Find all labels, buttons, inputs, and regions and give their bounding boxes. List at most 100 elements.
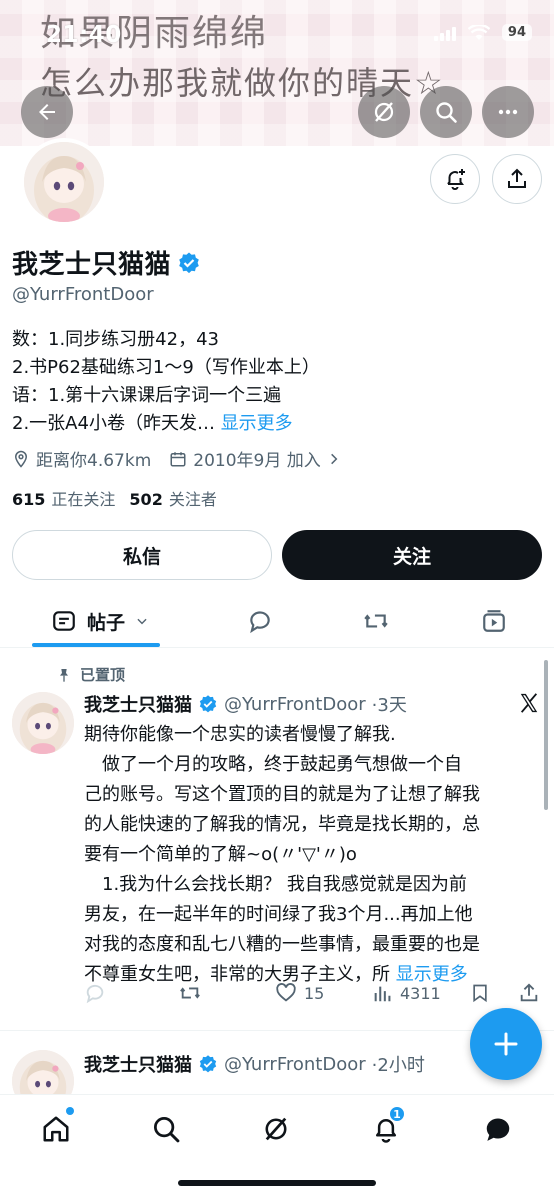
status-time: 21:40: [46, 22, 122, 48]
views-chart-icon: [374, 986, 391, 1002]
tweet-text: 期待你能像一个忠实的读者慢慢了解我. 做了一个月的攻略，终于鼓起勇气想做一个自 …: [84, 720, 534, 990]
tweet-author-name[interactable]: 我芝士只猫猫: [84, 1051, 192, 1077]
following-count: 615: [12, 490, 46, 509]
pinned-indicator: 已置顶: [56, 664, 125, 685]
notifications-badge: 1: [388, 1105, 406, 1123]
battery-indicator: 94: [501, 24, 532, 41]
pinned-label: 已置顶: [80, 666, 126, 684]
share-button[interactable]: [492, 154, 542, 204]
back-button[interactable]: [21, 86, 73, 138]
tweet-divider: [0, 1030, 554, 1031]
plus-icon: [494, 1032, 518, 1056]
tab-posts-label: 帖子: [86, 611, 125, 634]
bio-show-more-link[interactable]: 显示更多: [221, 413, 293, 434]
nav-notifications[interactable]: 1: [366, 1105, 406, 1149]
profile-bio: 数：1.同步练习册42，43 2.书P62基础练习1～9（写作业本上） 语：1.…: [12, 326, 320, 438]
search-icon: [154, 1117, 180, 1143]
views-button[interactable]: 4311: [372, 982, 441, 1004]
bookmark-button[interactable]: [470, 982, 490, 1004]
bio-line: 语：1.第十六课课后字词一个三遍: [12, 385, 282, 406]
chevron-right-icon[interactable]: [327, 452, 341, 466]
profile-name-row: 我芝士只猫猫: [12, 244, 201, 281]
tweet-author-name[interactable]: 我芝士只猫猫: [84, 691, 192, 717]
follow-button[interactable]: 关注: [282, 530, 542, 580]
verified-badge-icon: [179, 252, 199, 273]
grok-icon: [265, 1117, 287, 1141]
calendar-icon: [170, 451, 186, 466]
speech-bubble-icon: [250, 611, 270, 634]
tweet-author-handle[interactable]: @YurrFrontDoor: [224, 1054, 366, 1075]
tab-replies[interactable]: [238, 596, 282, 646]
tweet-line: 对我的态度和乱七八糟的一些事情，最重要的也是: [84, 934, 480, 955]
bio-line: 2.书P62基础练习1～9（写作业本上）: [12, 357, 320, 378]
tab-reposts[interactable]: [354, 596, 398, 646]
like-count: 15: [304, 983, 325, 1003]
subscribe-notifications-button[interactable]: [430, 154, 480, 204]
nav-search[interactable]: [146, 1109, 186, 1149]
more-options-button[interactable]: [482, 86, 534, 138]
nav-grok[interactable]: [256, 1109, 296, 1149]
bio-line: 数：1.同步练习册42，43: [12, 329, 219, 350]
compose-post-button[interactable]: [470, 1008, 542, 1080]
grok-button[interactable]: [358, 86, 410, 138]
home-icon: [43, 1116, 69, 1142]
profile-avatar[interactable]: [20, 138, 108, 226]
location-pin-icon: [14, 450, 28, 468]
joined-date-text: 2010年9月 加入: [193, 451, 321, 471]
search-icon: [436, 102, 457, 123]
following-label: 正在关注: [51, 490, 116, 509]
chat-bubble-icon: [486, 1118, 510, 1141]
tweet-line: 己的账号。写这个置顶的目的就是为了让想了解我: [84, 784, 480, 805]
pin-icon: [60, 668, 68, 682]
followers-count: 502: [129, 490, 163, 509]
following-link[interactable]: 615 正在关注: [12, 486, 115, 510]
nav-messages[interactable]: [478, 1109, 518, 1149]
tweet-line: 做了一个月的攻略，终于鼓起勇气想做一个自: [84, 754, 462, 775]
location-text: 距离你4.67km: [36, 451, 152, 471]
bell-plus-icon: [447, 169, 465, 190]
posts-icon: [53, 611, 75, 631]
share-icon: [508, 168, 526, 188]
tweet-time: ·2小时: [371, 1055, 425, 1076]
tweet-author-handle[interactable]: @YurrFrontDoor: [224, 694, 366, 715]
home-new-dot: [66, 1107, 74, 1115]
active-tab-indicator: [32, 643, 160, 647]
home-indicator: [178, 1180, 376, 1186]
followers-link[interactable]: 502 关注者: [129, 486, 216, 510]
reply-button[interactable]: [84, 982, 106, 1004]
video-gallery-icon: [483, 610, 505, 632]
x-logo-icon[interactable]: [518, 692, 540, 714]
tab-posts[interactable]: 帖子: [44, 596, 156, 646]
repost-icon: [364, 614, 388, 628]
bio-line-with-more: 2.一张A4小卷（昨天发… 显示更多: [12, 410, 320, 438]
status-icons: 94: [433, 24, 532, 41]
tweet-time: ·3天: [371, 695, 407, 716]
tweet-line: 要有一个简单的了解~o(〃'▽'〃)o: [84, 844, 357, 865]
share-icon: [520, 983, 538, 1002]
like-button[interactable]: 15: [274, 982, 324, 1004]
message-button[interactable]: 私信: [12, 530, 272, 580]
follow-stats: 615 正在关注 502 关注者: [12, 486, 217, 510]
tweet-line: 男友，在一起半年的时间绿了我3个月...再加上他: [84, 904, 473, 925]
verified-badge-icon: [199, 695, 217, 713]
repost-button[interactable]: [178, 982, 202, 1004]
chevron-down-icon: [137, 618, 147, 625]
search-button[interactable]: [420, 86, 472, 138]
tweet-actions: 15 4311: [84, 982, 544, 1008]
arrow-left-icon: [39, 104, 55, 120]
bio-line: 2.一张A4小卷（昨天发…: [12, 413, 215, 434]
followers-label: 关注者: [168, 490, 217, 509]
more-horizontal-icon: [498, 109, 518, 115]
tweet-line: 的人能快速的了解我的情况，毕竟是找长期的，总: [84, 814, 480, 835]
bookmark-icon: [473, 984, 487, 1003]
grok-icon: [374, 102, 394, 122]
repost-icon: [180, 987, 200, 999]
nav-home[interactable]: [36, 1107, 76, 1149]
tweet-share-button[interactable]: [518, 982, 540, 1004]
tweet-avatar[interactable]: [12, 692, 74, 754]
tweet-header: 我芝士只猫猫 @YurrFrontDoor ·2小时: [84, 1051, 425, 1077]
tab-media[interactable]: [472, 596, 516, 646]
scrollbar[interactable]: [544, 660, 548, 810]
cellular-signal-icon: [433, 25, 456, 41]
profile-tabs: 帖子: [0, 596, 554, 648]
